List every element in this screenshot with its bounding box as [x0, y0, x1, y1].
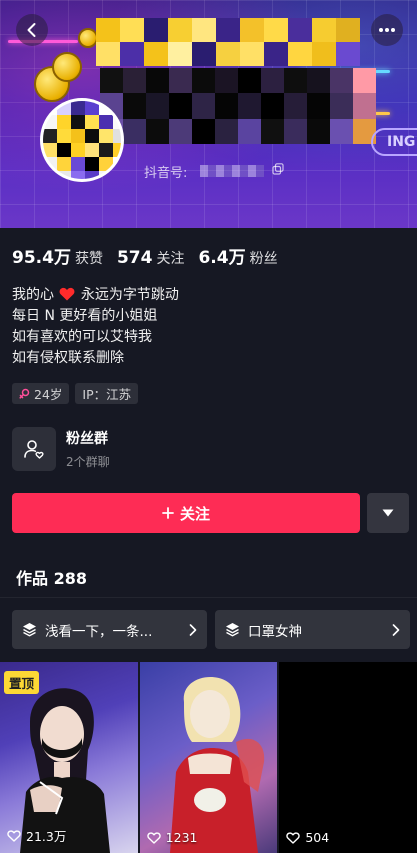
- back-arrow-icon: [27, 23, 36, 37]
- douyin-id-value: [200, 165, 264, 177]
- back-button[interactable]: [16, 14, 48, 46]
- video-thumbnail[interactable]: 1231: [139, 662, 278, 853]
- age-tag-label: 24岁: [34, 387, 63, 402]
- fan-group-subtitle: 2个群聊: [66, 455, 110, 469]
- stat-followers[interactable]: 6.4万 粉丝: [198, 243, 277, 268]
- follow-button[interactable]: 关注: [12, 493, 360, 533]
- stat-following[interactable]: 574 关注: [117, 248, 185, 268]
- bio-line: 如有侵权联系删除: [12, 350, 124, 366]
- video-likes: 504: [286, 830, 329, 845]
- collections-row: 浅看一下，一条... 口罩女神: [12, 610, 410, 649]
- plus-icon: [162, 507, 174, 519]
- heart-icon: [286, 831, 301, 844]
- layers-icon: [226, 623, 239, 637]
- video-thumbnail[interactable]: 504: [279, 662, 417, 853]
- ip-tag: IP：江苏: [75, 383, 139, 404]
- profile-banner: ING 抖音号:: [0, 0, 417, 228]
- works-heading: 作品 288: [16, 565, 87, 589]
- works-count: 288: [53, 569, 87, 588]
- douyin-id-label: 抖音号:: [144, 166, 188, 181]
- section-divider: [0, 597, 417, 598]
- stat-following-value: 574: [116, 248, 153, 268]
- copy-icon[interactable]: [272, 163, 284, 175]
- stat-followers-label: 粉丝: [249, 251, 278, 267]
- bio-line: 如有喜欢的可以艾特我: [12, 329, 152, 345]
- avatar-mosaic: [43, 101, 121, 179]
- banner-mosaic-name: [100, 68, 376, 144]
- profile-bio: 我的心 永远为字节跳动 每日 N 更好看的小姐姐 如有喜欢的可以艾特我 如有侵权…: [12, 285, 179, 369]
- heart-emoji-icon: [60, 287, 75, 301]
- thumbnail-image: [169, 677, 264, 853]
- profile-stats: 95.4万 获赞 574 关注 6.4万 粉丝: [12, 243, 278, 268]
- collection-card[interactable]: 口罩女神: [215, 610, 410, 649]
- collection-label: 浅看一下，一条...: [45, 623, 153, 640]
- pinned-badge: 置顶: [4, 671, 40, 694]
- stat-followers-value: 6.4万: [198, 248, 246, 268]
- video-likes-count: 1231: [165, 830, 198, 845]
- collection-label: 口罩女神: [248, 623, 302, 640]
- video-likes: 1231: [146, 830, 198, 845]
- coin-decoration: [78, 28, 98, 48]
- follow-button-label: 关注: [179, 504, 210, 523]
- bio-line1-end: 永远为字节跳动: [80, 287, 179, 303]
- coin-decoration: [52, 52, 82, 82]
- ip-tag-label: IP：江苏: [82, 387, 132, 402]
- bio-line: 每日 N 更好看的小姐姐: [12, 308, 158, 324]
- more-button[interactable]: [371, 14, 403, 46]
- fan-group-icon-box: [12, 427, 56, 471]
- fan-group-entry[interactable]: 粉丝群 2个群聊: [12, 425, 272, 473]
- fan-group-text: 粉丝群 2个群聊: [66, 428, 110, 470]
- chevron-right-icon: [189, 623, 197, 636]
- stat-following-label: 关注: [156, 251, 185, 267]
- works-label: 作品: [16, 569, 49, 588]
- fan-group-icon: [24, 440, 44, 459]
- heart-icon: [7, 829, 21, 842]
- stat-likes-value: 95.4万: [12, 248, 71, 268]
- bio-line1-start: 我的心: [12, 287, 54, 303]
- age-tag: 24岁: [12, 383, 70, 404]
- caret-down-icon: [382, 509, 394, 517]
- ing-tag: ING: [371, 128, 417, 156]
- layers-icon: [23, 623, 36, 637]
- video-likes-count: 504: [305, 830, 330, 845]
- avatar[interactable]: [40, 98, 124, 182]
- heart-icon: [146, 831, 161, 844]
- fan-group-title: 粉丝群: [66, 431, 108, 447]
- chevron-right-icon: [392, 623, 400, 636]
- profile-tags: 24岁 IP：江苏: [12, 383, 139, 404]
- video-grid: 置顶 21.3万 1231 504: [0, 662, 417, 853]
- stat-likes[interactable]: 95.4万 获赞: [12, 243, 103, 268]
- female-icon: [19, 388, 30, 399]
- stat-likes-label: 获赞: [74, 251, 103, 267]
- banner-mosaic-top: [96, 18, 360, 66]
- bio-line: 我的心 永远为字节跳动: [12, 285, 179, 306]
- recommend-dropdown-button[interactable]: [367, 493, 409, 533]
- video-thumbnail[interactable]: 置顶 21.3万: [0, 662, 138, 853]
- video-likes: 21.3万: [7, 826, 66, 845]
- collection-card[interactable]: 浅看一下，一条...: [12, 610, 207, 649]
- video-likes-count: 21.3万: [26, 829, 67, 844]
- more-icon: [379, 28, 395, 32]
